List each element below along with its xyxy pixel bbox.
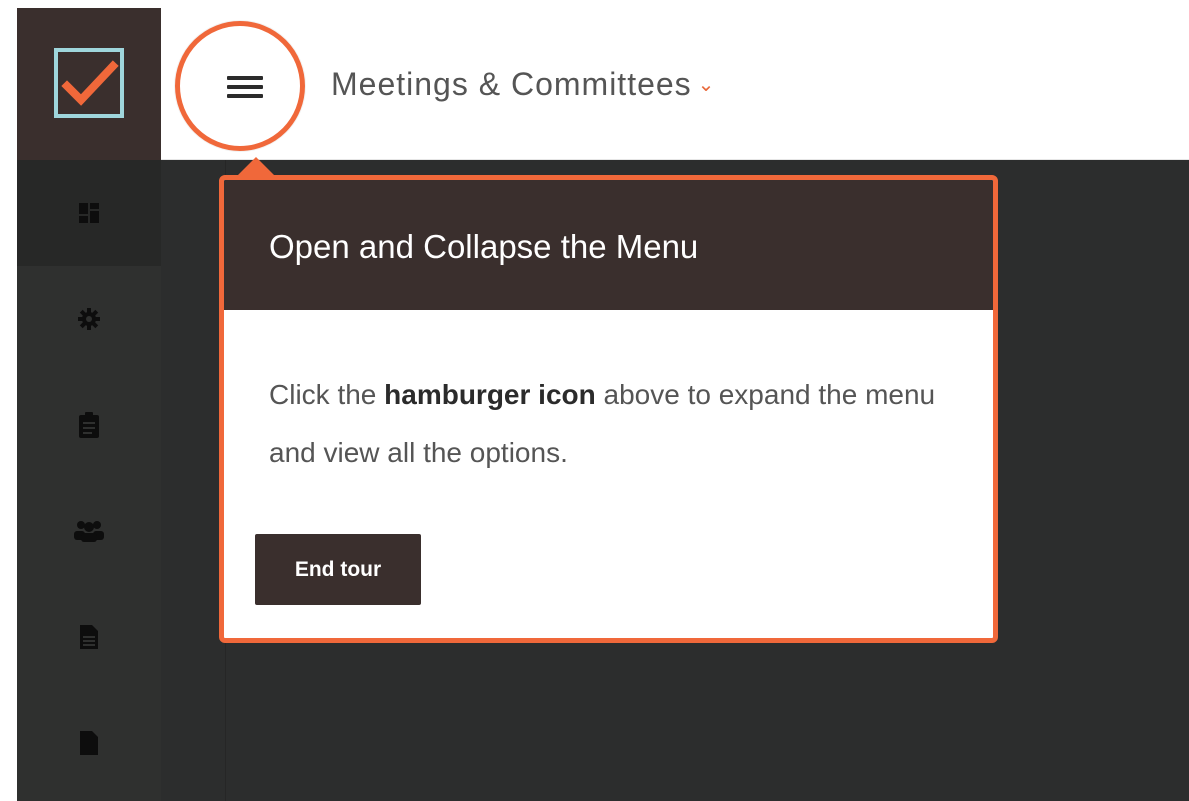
tour-body-text-start: Click the [269, 379, 385, 410]
app-logo[interactable] [17, 8, 161, 160]
document-icon [80, 731, 98, 755]
sidebar-item-settings[interactable] [17, 266, 161, 372]
document-text-icon [80, 625, 98, 649]
tour-popover: Open and Collapse the Menu Click the ham… [219, 175, 998, 643]
sidebar-item-agenda[interactable] [17, 372, 161, 478]
tour-body-highlight: hamburger icon [384, 379, 596, 410]
tour-popover-title: Open and Collapse the Menu [269, 228, 699, 265]
tour-popover-body: Click the hamburger icon above to expand… [269, 366, 969, 482]
gear-icon [78, 308, 100, 330]
tour-popover-arrow [237, 157, 275, 176]
dashboard-icon [79, 203, 99, 223]
clipboard-icon [79, 412, 99, 438]
end-tour-button[interactable]: End tour [255, 534, 421, 605]
sidebar-item-minutes[interactable] [17, 584, 161, 690]
app-title-text: Meetings & Committees [331, 66, 692, 102]
sidebar [17, 160, 161, 801]
checkmark-icon [61, 60, 119, 106]
sidebar-item-members[interactable] [17, 478, 161, 584]
chevron-down-icon: ⌄ [697, 74, 716, 96]
tour-popover-header: Open and Collapse the Menu [224, 180, 993, 310]
top-bar: Meetings & Committees ⌄ [161, 8, 1189, 160]
app-title-dropdown[interactable]: Meetings & Committees ⌄ [331, 66, 715, 103]
tour-highlight-ring [175, 21, 305, 151]
users-icon [74, 521, 104, 542]
sidebar-item-documents[interactable] [17, 690, 161, 796]
sidebar-item-dashboard[interactable] [17, 160, 161, 266]
